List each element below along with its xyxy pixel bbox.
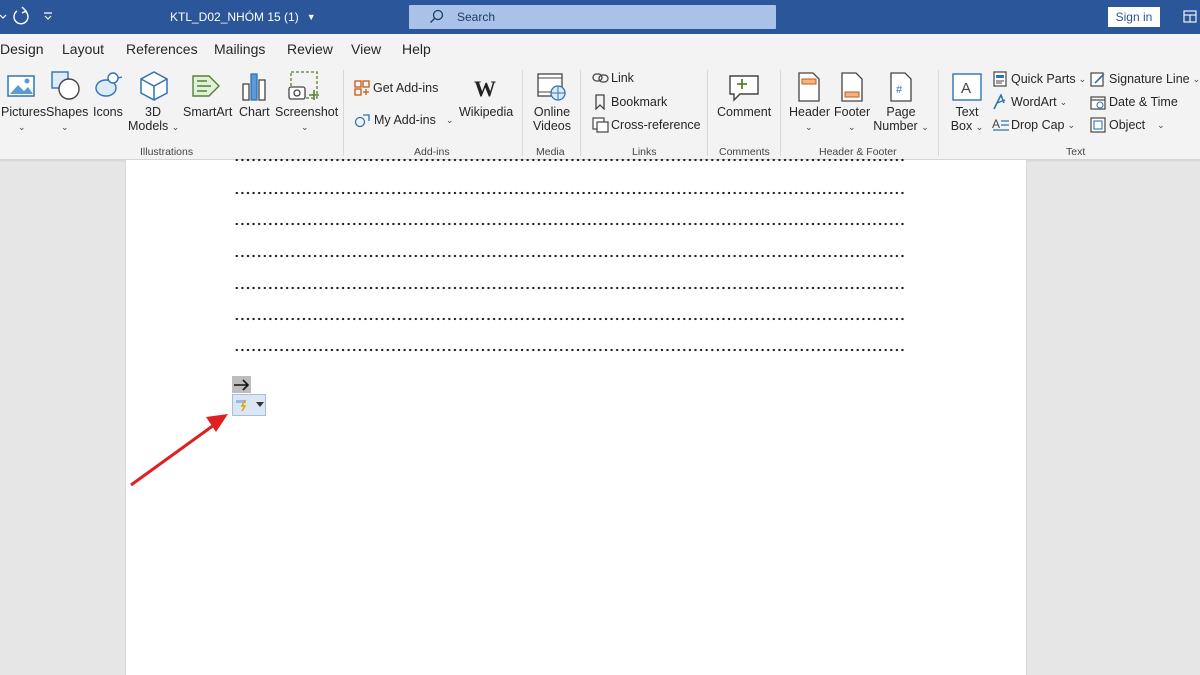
annotation-arrow	[130, 414, 228, 487]
